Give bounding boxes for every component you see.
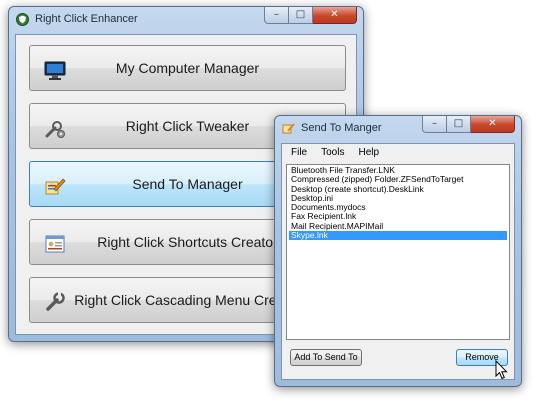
send-to-items-list[interactable]: Bluetooth File Transfer.LNK Compressed (…	[286, 164, 510, 340]
sendto-titlebar[interactable]: Send To Manger – □ ✕	[275, 116, 521, 142]
menu-tools[interactable]: Tools	[321, 144, 344, 162]
main-close-button[interactable]: ✕	[313, 7, 357, 24]
sendto-close-button[interactable]: ✕	[471, 116, 515, 133]
mouse-cursor-icon	[495, 360, 508, 380]
sendto-minimize-button[interactable]: –	[422, 116, 447, 133]
list-item-selected[interactable]: Skype.lnk	[289, 230, 507, 241]
add-to-send-to-button[interactable]: Add To Send To	[290, 349, 362, 366]
app-shield-icon	[16, 13, 29, 26]
sendto-maximize-button[interactable]: □	[447, 116, 471, 133]
menu-bar: File Tools Help	[282, 144, 514, 162]
sendto-window-title: Send To Manger	[301, 122, 382, 134]
main-titlebar[interactable]: Right Click Enhancer – □ ✕	[9, 7, 363, 33]
main-maximize-button[interactable]: □	[289, 7, 313, 24]
menu-help[interactable]: Help	[358, 144, 379, 162]
main-minimize-button[interactable]: –	[264, 7, 289, 24]
send-to-manager-window: Send To Manger – □ ✕ File Tools Help Blu…	[274, 115, 522, 387]
sendto-app-icon	[282, 123, 295, 134]
my-computer-manager-button[interactable]: My Computer Manager	[29, 45, 346, 91]
menu-file[interactable]: File	[291, 144, 307, 162]
my-computer-manager-label: My Computer Manager	[115, 60, 260, 76]
main-window-title: Right Click Enhancer	[35, 13, 138, 25]
sendto-client-area: File Tools Help Bluetooth File Transfer.…	[281, 143, 515, 380]
